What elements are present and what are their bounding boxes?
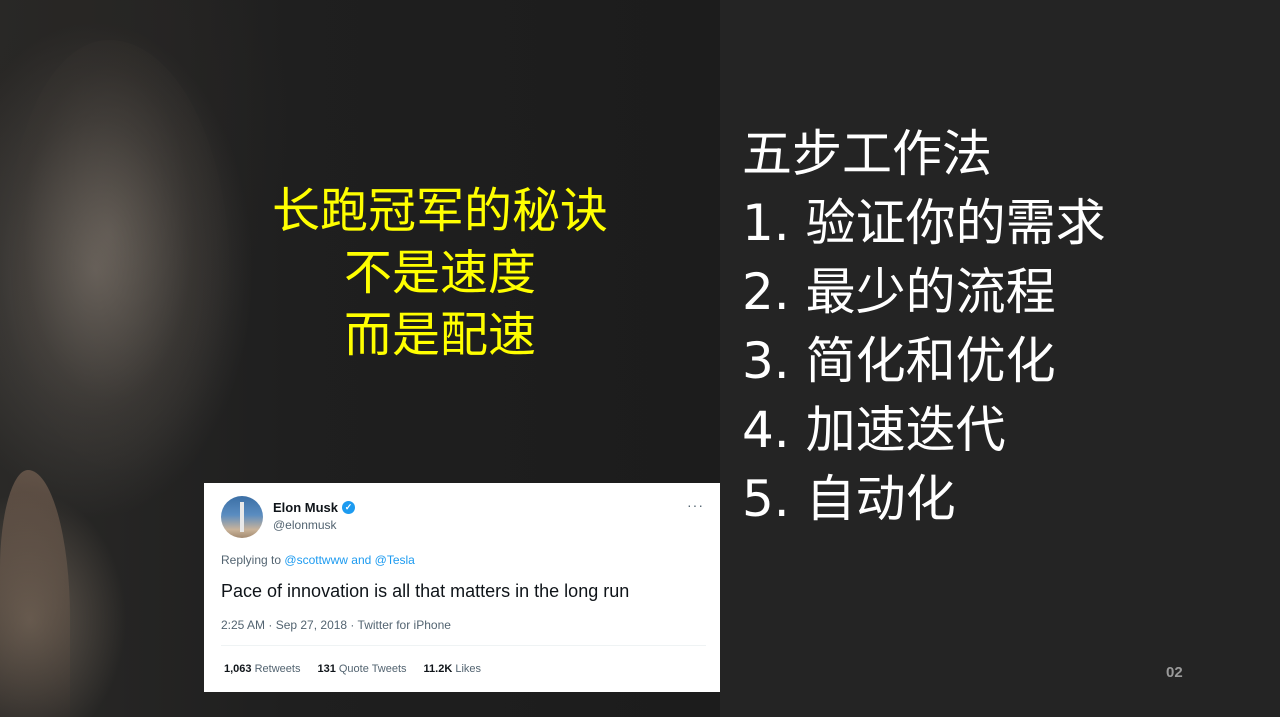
verified-badge-icon: ✓ [342, 501, 356, 514]
replying-prefix: Replying to [221, 553, 282, 567]
page-number: 02 [1166, 664, 1183, 681]
retweets-count: 1,063 [224, 663, 252, 675]
quotes-label: Quote Tweets [338, 663, 407, 675]
headline-line-3: 而是配速 [343, 307, 536, 363]
tweet-text: Pace of innovation is all that matters i… [221, 581, 630, 601]
replying-and: and [351, 553, 372, 567]
mention-link-tesla[interactable]: @Tesla [375, 553, 415, 567]
replying-to: Replying to @scottwww and @Tesla [221, 553, 415, 567]
author-name[interactable]: Elon Musk [273, 500, 338, 515]
avatar[interactable] [221, 496, 263, 538]
headline: 长跑冠军的秘诀 不是速度 而是配速 [230, 180, 650, 366]
step-item-4: 4. 加速迭代 [742, 401, 1006, 459]
likes-label: Likes [455, 663, 482, 675]
headline-line-1: 长跑冠军的秘诀 [271, 183, 608, 239]
mention-link-scottwww[interactable]: @scottwww [284, 553, 348, 567]
tweet-card: Elon Musk ✓ @elonmusk ··· Replying to @s… [204, 483, 720, 692]
steps-title: 五步工作法 [742, 125, 992, 183]
more-options-icon[interactable]: ··· [687, 497, 704, 513]
quotes-count: 131 [317, 663, 336, 675]
retweets-stat[interactable]: 1,063 Retweets [224, 663, 300, 675]
quotes-stat[interactable]: 131 Quote Tweets [317, 663, 406, 675]
tweet-stats: 1,063 Retweets 131 Quote Tweets 11.2K Li… [224, 663, 481, 675]
tweet-meta[interactable]: 2:25 AM · Sep 27, 2018 · Twitter for iPh… [221, 618, 451, 632]
step-item-2: 2. 最少的流程 [742, 263, 1056, 321]
step-item-3: 3. 简化和优化 [742, 332, 1056, 390]
face-image [10, 40, 230, 470]
author-handle[interactable]: @elonmusk [273, 518, 337, 532]
hands-image [0, 470, 70, 717]
retweets-label: Retweets [254, 663, 301, 675]
headline-line-2: 不是速度 [343, 245, 536, 301]
slide: 长跑冠军的秘诀 不是速度 而是配速 五步工作法 1. 验证你的需求 2. 最少的… [0, 0, 1280, 717]
likes-stat[interactable]: 11.2K Likes [424, 663, 482, 675]
divider [221, 645, 706, 646]
likes-count: 11.2K [423, 663, 453, 675]
steps-list: 五步工作法 1. 验证你的需求 2. 最少的流程 3. 简化和优化 4. 加速迭… [742, 120, 1106, 534]
tweet-author[interactable]: Elon Musk ✓ [273, 500, 356, 515]
step-item-5: 5. 自动化 [742, 470, 956, 528]
step-item-1: 1. 验证你的需求 [742, 194, 1106, 252]
